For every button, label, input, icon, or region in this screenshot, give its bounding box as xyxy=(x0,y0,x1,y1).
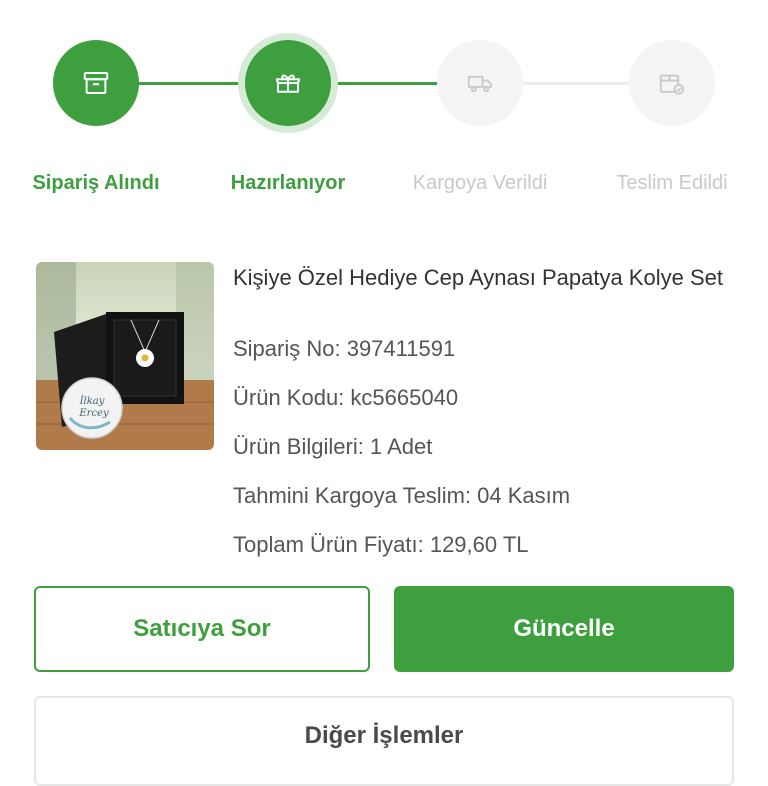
step-label-order-received: Sipariş Alındı xyxy=(32,172,160,194)
ask-seller-button[interactable]: Satıcıya Sor xyxy=(34,586,370,672)
order-progress-tracker: Sipariş Alındı Hazırlanıyor Kargoya Veri… xyxy=(0,0,768,210)
update-button[interactable]: Güncelle xyxy=(394,586,734,672)
product-title[interactable]: Kişiye Özel Hediye Cep Aynası Papatya Ko… xyxy=(233,262,733,293)
step-order-received xyxy=(53,40,139,126)
delivery-truck-icon xyxy=(467,75,493,93)
archive-box-icon xyxy=(83,72,109,94)
step-delivered xyxy=(629,40,715,126)
step-label-preparing: Hazırlanıyor xyxy=(230,172,346,194)
step-shipped xyxy=(437,40,523,126)
estimated-shipping-date: Tahmini Kargoya Teslim: 04 Kasım xyxy=(233,483,571,508)
product-code: Ürün Kodu: kc5665040 xyxy=(233,385,459,410)
other-actions-button[interactable]: Diğer İşlemler xyxy=(34,696,734,786)
product-info: Ürün Bilgileri: 1 Adet xyxy=(233,434,433,459)
svg-text:Ercey: Ercey xyxy=(78,408,109,419)
product-image-engraving: İlkay xyxy=(79,395,105,407)
total-product-price: Toplam Ürün Fiyatı: 129,60 TL xyxy=(233,532,529,557)
step-preparing xyxy=(245,40,331,126)
delivered-box-icon xyxy=(659,74,685,95)
gift-box-icon xyxy=(275,74,301,93)
order-number: Sipariş No: 397411591 xyxy=(233,336,456,361)
step-label-shipped: Kargoya Verildi xyxy=(412,172,548,194)
step-label-delivered: Teslim Edildi xyxy=(616,172,728,194)
product-image[interactable]: İlkay Ercey xyxy=(36,262,214,450)
